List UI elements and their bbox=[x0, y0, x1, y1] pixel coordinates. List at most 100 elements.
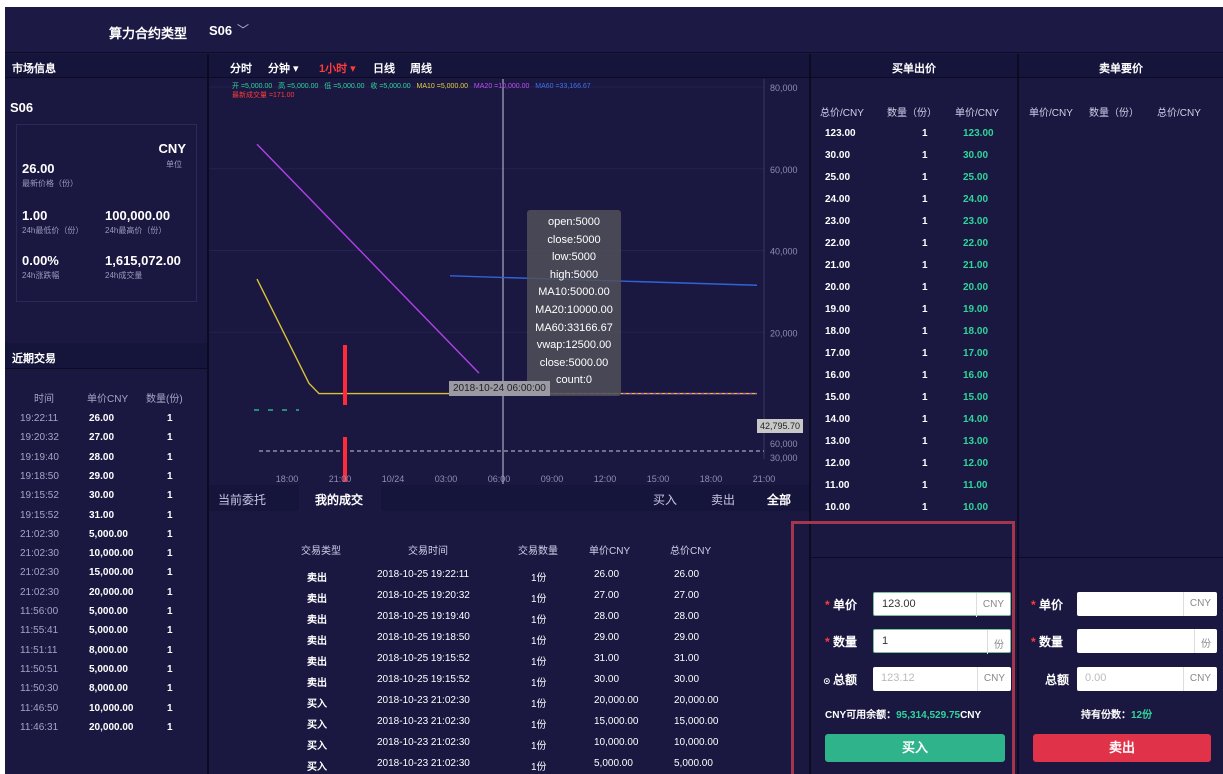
trade-time: 2018-10-23 21:02:30 bbox=[377, 758, 470, 769]
trade-total-price: 30.00 bbox=[674, 674, 700, 685]
buy-book-row[interactable]: 18.00 1 18.00 bbox=[811, 322, 1017, 344]
trade-time: 2018-10-23 21:02:30 bbox=[377, 695, 470, 706]
book-price: 16.00 bbox=[963, 370, 989, 381]
price-tick-label: 80,000 bbox=[770, 83, 798, 93]
trade-qty: 1 bbox=[167, 606, 173, 617]
recent-trade-row: 11:56:00 5,000.00 1 bbox=[5, 603, 205, 622]
book-total: 17.00 bbox=[825, 348, 851, 359]
book-qty: 1 bbox=[922, 414, 928, 425]
trade-qty: 1 bbox=[167, 644, 173, 656]
volume-tick-label: 30,000 bbox=[770, 453, 798, 463]
buy-book-row[interactable]: 19.00 1 19.00 bbox=[811, 300, 1017, 322]
interval-hour[interactable]: 1小时 ▾ bbox=[319, 60, 356, 76]
contract-select[interactable]: S06 bbox=[209, 23, 232, 38]
buy-book-row[interactable]: 24.00 1 24.00 bbox=[811, 190, 1017, 212]
interval-minute[interactable]: 分钟 ▾ bbox=[268, 60, 299, 76]
buy-book-row[interactable]: 11.00 1 11.00 bbox=[811, 476, 1017, 498]
kline-chart[interactable]: 80,00060,00040,00020,00060,00030,000018:… bbox=[209, 79, 809, 484]
trade-qty: 1 bbox=[167, 451, 173, 463]
buy-book-panel: 买单出价 总价/CNY 数量（份） 单价/CNY 123.00 1 123.00… bbox=[811, 54, 1017, 554]
filter-sell[interactable]: 卖出 bbox=[711, 491, 735, 508]
sell-button[interactable]: 卖出 bbox=[1033, 734, 1211, 762]
buy-book-row[interactable]: 10.00 1 10.00 bbox=[811, 498, 1017, 520]
book-total: 15.00 bbox=[825, 392, 851, 403]
buy-book-row[interactable]: 21.00 1 21.00 bbox=[811, 256, 1017, 278]
buy-book-row[interactable]: 17.00 1 17.00 bbox=[811, 344, 1017, 366]
book-qty: 1 bbox=[922, 282, 928, 293]
book-qty: 1 bbox=[922, 392, 928, 403]
filter-all[interactable]: 全部 bbox=[767, 491, 791, 508]
interval-week[interactable]: 周线 bbox=[410, 60, 432, 76]
trade-time: 11:50:51 bbox=[20, 663, 59, 675]
trade-time: 11:56:00 bbox=[20, 606, 59, 617]
buy-book-row[interactable]: 123.00 1 123.00 bbox=[811, 124, 1017, 146]
trade-price: 29.00 bbox=[89, 470, 115, 482]
trade-qty: 1份 bbox=[531, 699, 547, 710]
chevron-down-icon[interactable]: ﹀ bbox=[237, 21, 249, 38]
col-qty: 数量(份) bbox=[146, 394, 183, 405]
my-trade-row: 卖出 2018-10-25 19:19:40 1份 28.00 28.00 bbox=[209, 607, 799, 628]
buy-book-row[interactable]: 16.00 1 16.00 bbox=[811, 366, 1017, 388]
col-price: 单价/CNY bbox=[1029, 108, 1073, 119]
sell-qty-input[interactable]: 份 bbox=[1077, 629, 1217, 653]
holding-shares: 持有份数：12份 bbox=[1081, 706, 1152, 721]
book-total: 12.00 bbox=[825, 458, 851, 469]
filter-buy[interactable]: 买入 bbox=[653, 491, 677, 508]
buy-book-row[interactable]: 22.00 1 22.00 bbox=[811, 234, 1017, 256]
trade-price: 5,000.00 bbox=[89, 606, 128, 617]
trade-type: 买入 bbox=[307, 762, 327, 773]
trade-unit-price: 5,000.00 bbox=[594, 758, 633, 769]
col-qty: 数量（份） bbox=[887, 108, 937, 119]
trade-total-price: 31.00 bbox=[674, 653, 700, 664]
interval-fenshi[interactable]: 分时 bbox=[230, 60, 252, 76]
tab-my-trades[interactable]: 我的成交 bbox=[315, 491, 363, 508]
my-trade-row: 卖出 2018-10-25 19:15:52 1份 31.00 31.00 bbox=[209, 649, 799, 670]
orders-columns: 交易类型 交易时间 交易数量 单价CNY 总价CNY bbox=[209, 542, 809, 558]
book-total: 21.00 bbox=[825, 260, 851, 271]
book-qty: 1 bbox=[922, 216, 928, 227]
buy-book-row[interactable]: 30.00 1 30.00 bbox=[811, 146, 1017, 168]
trade-qty: 1 bbox=[167, 548, 173, 560]
trade-qty: 1 bbox=[167, 470, 173, 482]
book-total: 19.00 bbox=[825, 304, 851, 315]
my-trade-row: 卖出 2018-10-25 19:20:32 1份 27.00 27.00 bbox=[209, 586, 799, 607]
buy-book-row[interactable]: 13.00 1 13.00 bbox=[811, 432, 1017, 454]
buy-book-row[interactable]: 25.00 1 25.00 bbox=[811, 168, 1017, 190]
buy-book-row[interactable]: 15.00 1 15.00 bbox=[811, 388, 1017, 410]
trade-time: 2018-10-25 19:22:11 bbox=[377, 569, 470, 580]
book-price: 25.00 bbox=[963, 172, 989, 183]
x-tick-label: 21:00 bbox=[329, 474, 352, 484]
sell-total-input[interactable]: 0.00 CNY bbox=[1077, 667, 1217, 691]
trade-total-price: 10,000.00 bbox=[674, 737, 719, 748]
book-qty: 1 bbox=[922, 326, 928, 337]
book-price: 21.00 bbox=[963, 260, 989, 271]
tt-open: open:5000 bbox=[548, 216, 600, 228]
interval-day[interactable]: 日线 bbox=[373, 60, 395, 76]
trade-unit-price: 31.00 bbox=[594, 653, 620, 664]
tab-current-orders[interactable]: 当前委托 bbox=[218, 491, 266, 508]
chart-panel: 分时 分钟 ▾ 1小时 ▾ 日线 周线 80,000 60,000 40,000 20… bbox=[209, 54, 809, 484]
book-total: 30.00 bbox=[825, 150, 851, 161]
market-info-panel: 市场信息 S06 CNY 单位 26.00 最新价格（份） 1.00 24h最低… bbox=[5, 54, 207, 344]
trade-qty: 1 bbox=[167, 413, 173, 424]
sell-qty-label-text: 数量 bbox=[1039, 635, 1064, 649]
book-qty: 1 bbox=[922, 458, 928, 469]
buy-book-row[interactable]: 23.00 1 23.00 bbox=[811, 212, 1017, 234]
buy-book-header: 买单出价 bbox=[811, 54, 1017, 78]
my-orders-panel: 当前委托 我的成交 买入 卖出 全部 交易类型 交易时间 交易数量 单价CNY … bbox=[209, 485, 809, 774]
trade-time: 11:51:11 bbox=[20, 644, 58, 656]
x-tick-label: 09:00 bbox=[541, 474, 564, 484]
recent-trade-row: 19:22:11 26.00 1 bbox=[5, 410, 205, 429]
volume24-label: 24h成交量 bbox=[105, 271, 143, 280]
buy-book-row[interactable]: 20.00 1 20.00 bbox=[811, 278, 1017, 300]
sell-price-input[interactable]: CNY bbox=[1077, 592, 1217, 616]
trade-total-price: 29.00 bbox=[674, 632, 700, 643]
trade-time: 21:02:30 bbox=[20, 548, 59, 560]
buy-book-row[interactable]: 14.00 1 14.00 bbox=[811, 410, 1017, 432]
recent-trade-row: 11:50:51 5,000.00 1 bbox=[5, 661, 205, 680]
book-price: 15.00 bbox=[963, 392, 989, 403]
buy-book-row[interactable]: 12.00 1 12.00 bbox=[811, 454, 1017, 476]
trade-unit-price: 27.00 bbox=[594, 590, 620, 601]
trade-type: 卖出 bbox=[307, 657, 327, 668]
book-price: 20.00 bbox=[963, 282, 989, 293]
